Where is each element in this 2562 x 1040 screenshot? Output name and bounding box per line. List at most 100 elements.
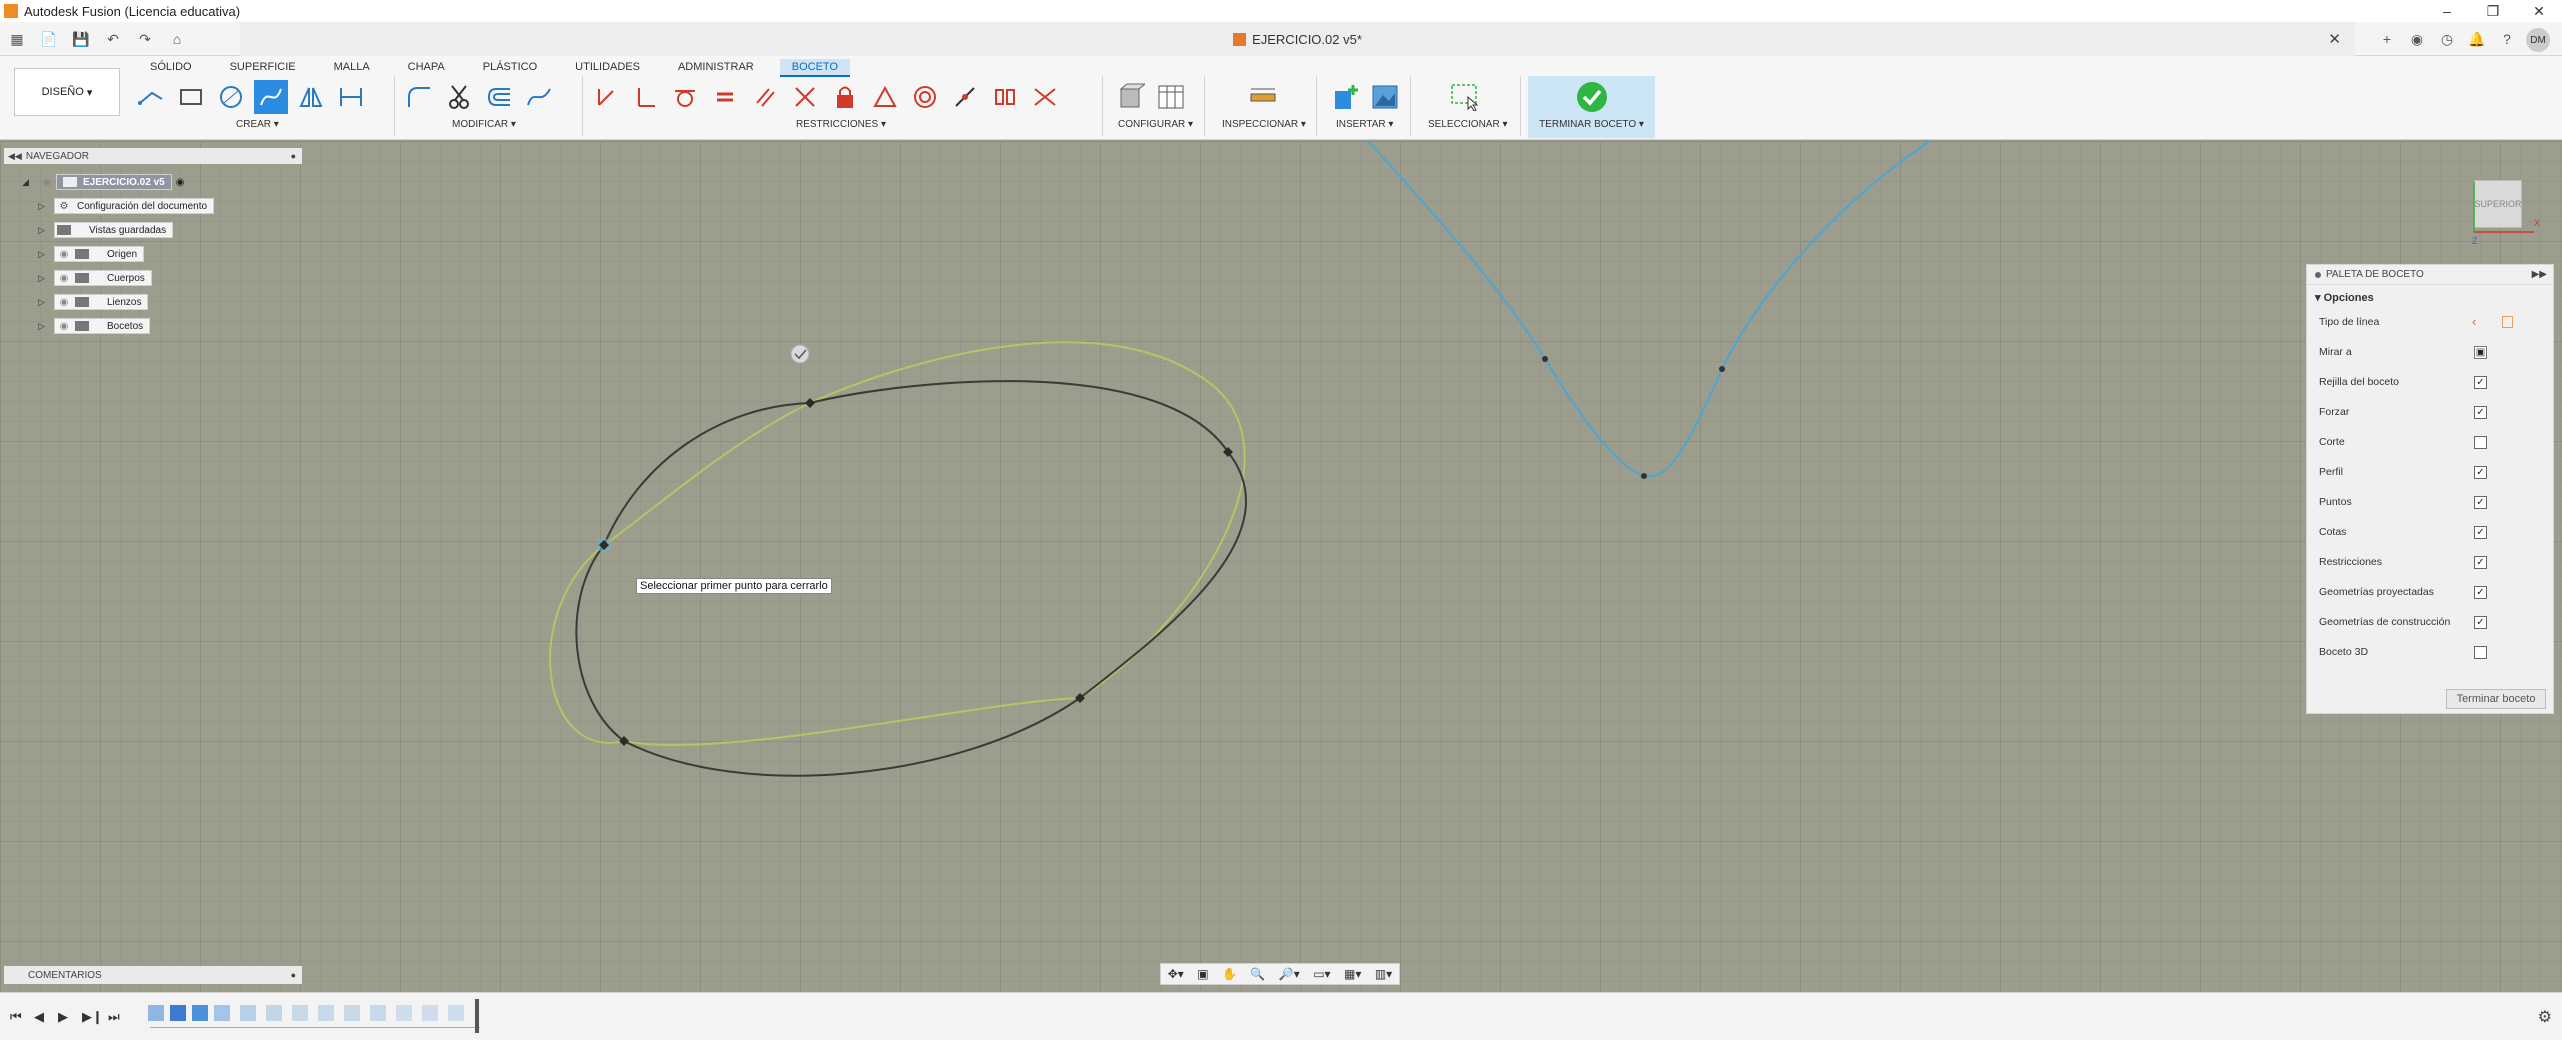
browser-item[interactable]: ▷ Vistas guardadas xyxy=(38,222,174,238)
browser-item[interactable]: ▷ ◉ Origen xyxy=(38,246,145,262)
curve-tool-icon[interactable] xyxy=(522,80,556,114)
line-tool-icon[interactable] xyxy=(134,80,168,114)
palette-section-header[interactable]: ▾ Opciones xyxy=(2307,285,2553,307)
comments-close-icon[interactable]: ● xyxy=(291,970,296,980)
user-avatar[interactable]: DM xyxy=(2526,28,2550,52)
timeline-marker[interactable] xyxy=(475,999,479,1033)
symmetry-constraint-icon[interactable] xyxy=(988,80,1022,114)
browser-root[interactable]: ◢ ◉ EJERCICIO.02 v5 ◉ xyxy=(22,174,184,190)
file-menu-icon[interactable]: 📄 xyxy=(38,28,60,50)
activate-radio-icon[interactable]: ◉ xyxy=(176,177,185,188)
save-icon[interactable]: 💾 xyxy=(70,28,92,50)
expand-arrow-icon[interactable]: ▷ xyxy=(38,273,50,284)
measure-tool-icon[interactable] xyxy=(1246,80,1280,114)
close-document-icon[interactable]: ✕ xyxy=(2328,30,2341,48)
sketch-geometry[interactable] xyxy=(0,141,2562,991)
visibility-eye-icon[interactable]: ◉ xyxy=(38,177,56,188)
group-crear[interactable]: CREAR ▾ xyxy=(236,119,279,130)
navigator-close-icon[interactable]: ● xyxy=(291,151,296,161)
spline-tool-icon[interactable] xyxy=(254,80,288,114)
midpoint-constraint-icon[interactable] xyxy=(948,80,982,114)
timeline-sketch-icon[interactable] xyxy=(422,1005,438,1021)
browser-item[interactable]: ▷ ◉ Lienzos xyxy=(38,294,149,310)
play-icon[interactable]: ▶ xyxy=(58,1009,68,1025)
tab-sólido[interactable]: SÓLIDO xyxy=(138,59,204,77)
equal-constraint-icon[interactable] xyxy=(708,80,742,114)
redo-icon[interactable]: ↷ xyxy=(134,28,156,50)
comments-panel-header[interactable]: COMENTARIOS ● xyxy=(4,966,302,984)
blue-spline-curve[interactable] xyxy=(1367,141,1931,478)
undo-icon[interactable]: ↶ xyxy=(102,28,124,50)
tab-superficie[interactable]: SUPERFICIE xyxy=(218,59,308,77)
tab-utilidades[interactable]: UTILIDADES xyxy=(563,59,652,77)
expand-arrow-icon[interactable]: ▷ xyxy=(38,321,50,332)
insert-canvas-icon[interactable] xyxy=(1368,80,1402,114)
select-window-icon[interactable] xyxy=(1448,80,1482,114)
orbit-icon[interactable]: ✥▾ xyxy=(1168,967,1184,981)
group-insertar[interactable]: INSERTAR ▾ xyxy=(1336,119,1393,130)
spline-point[interactable] xyxy=(1542,356,1548,362)
centerline-icon[interactable] xyxy=(2502,316,2513,328)
notifications-icon[interactable]: 🔔 xyxy=(2466,28,2488,50)
look-at-icon[interactable]: ▣ xyxy=(2474,346,2487,359)
collapse-arrow-icon[interactable]: ◢ xyxy=(22,177,34,188)
expand-arrow-icon[interactable]: ▷ xyxy=(38,201,50,212)
palette-checkbox[interactable]: ✓ xyxy=(2474,466,2487,479)
visibility-eye-icon[interactable]: ◉ xyxy=(55,249,73,260)
timeline-sketch-icon[interactable] xyxy=(266,1005,282,1021)
tab-administrar[interactable]: ADMINISTRAR xyxy=(666,59,766,77)
palette-checkbox[interactable]: ✓ xyxy=(2474,556,2487,569)
tab-chapa[interactable]: CHAPA xyxy=(396,59,457,77)
curvature-constraint-icon[interactable] xyxy=(1028,80,1062,114)
insert-derive-icon[interactable] xyxy=(1328,80,1362,114)
timeline-sketch-icon[interactable] xyxy=(318,1005,334,1021)
concentric-constraint-icon[interactable] xyxy=(908,80,942,114)
timeline-settings-icon[interactable]: ⚙ xyxy=(2538,1007,2552,1027)
finish-sketch-button[interactable]: TERMINAR BOCETO ▾ xyxy=(1528,76,1655,138)
look-at-icon[interactable]: ▣ xyxy=(1197,967,1208,981)
tab-plástico[interactable]: PLÁSTICO xyxy=(471,59,549,77)
palette-checkbox[interactable] xyxy=(2474,436,2487,449)
extensions-icon[interactable]: ◉ xyxy=(2406,28,2428,50)
visibility-eye-icon[interactable]: ◉ xyxy=(55,297,73,308)
group-inspeccionar[interactable]: INSPECCIONAR ▾ xyxy=(1222,119,1306,130)
apply-check-icon[interactable] xyxy=(790,344,810,364)
step-forward-icon[interactable]: ▶❙ xyxy=(82,1009,103,1025)
group-seleccionar[interactable]: SELECCIONAR ▾ xyxy=(1428,119,1508,130)
group-modificar[interactable]: MODIFICAR ▾ xyxy=(452,119,516,130)
expand-arrow-icon[interactable]: ▷ xyxy=(38,249,50,260)
minimize-button[interactable]: – xyxy=(2424,0,2470,22)
help-icon[interactable]: ? xyxy=(2496,28,2518,50)
sketch-canvas[interactable] xyxy=(0,141,2562,991)
group-restricciones[interactable]: RESTRICCIONES ▾ xyxy=(796,119,886,130)
rectangle-tool-icon[interactable] xyxy=(174,80,208,114)
fit-zoom-icon[interactable]: 🔎▾ xyxy=(1279,967,1300,981)
step-back-icon[interactable]: ◀ xyxy=(34,1009,44,1025)
tangent-constraint-icon[interactable] xyxy=(668,80,702,114)
configure-body-icon[interactable] xyxy=(1114,80,1148,114)
circle-tool-icon[interactable] xyxy=(214,80,248,114)
job-status-icon[interactable]: ◷ xyxy=(2436,28,2458,50)
palette-checkbox[interactable]: ✓ xyxy=(2474,586,2487,599)
palette-header[interactable]: PALETA DE BOCETO ▶▶ xyxy=(2307,265,2553,285)
visibility-eye-icon[interactable]: ◉ xyxy=(55,273,73,284)
fillet-tool-icon[interactable] xyxy=(402,80,436,114)
grid-settings-icon[interactable]: ▦▾ xyxy=(1344,967,1361,981)
palette-checkbox[interactable] xyxy=(2474,646,2487,659)
go-to-start-icon[interactable]: ⏮ xyxy=(10,1009,22,1025)
finish-sketch-palette-button[interactable]: Terminar boceto xyxy=(2446,689,2546,709)
fix-constraint-icon[interactable] xyxy=(828,80,862,114)
trim-tool-icon[interactable] xyxy=(442,80,476,114)
timeline-sketch-icon[interactable] xyxy=(148,1005,164,1021)
document-tab[interactable]: EJERCICIO.02 v5* ✕ xyxy=(240,22,2355,56)
timeline-sketch-icon[interactable] xyxy=(370,1005,386,1021)
browser-item[interactable]: ▷ ◉ Bocetos xyxy=(38,318,151,334)
palette-checkbox[interactable]: ✓ xyxy=(2474,526,2487,539)
palette-checkbox[interactable]: ✓ xyxy=(2474,496,2487,509)
browser-item[interactable]: ▷ ◉ Cuerpos xyxy=(38,270,152,286)
expand-arrow-icon[interactable]: ▷ xyxy=(38,297,50,308)
perpendicular-constraint-icon[interactable] xyxy=(628,80,662,114)
display-settings-icon[interactable]: ▭▾ xyxy=(1313,967,1330,981)
group-configurar[interactable]: CONFIGURAR ▾ xyxy=(1118,119,1193,130)
timeline-sketch-icon[interactable] xyxy=(214,1005,230,1021)
